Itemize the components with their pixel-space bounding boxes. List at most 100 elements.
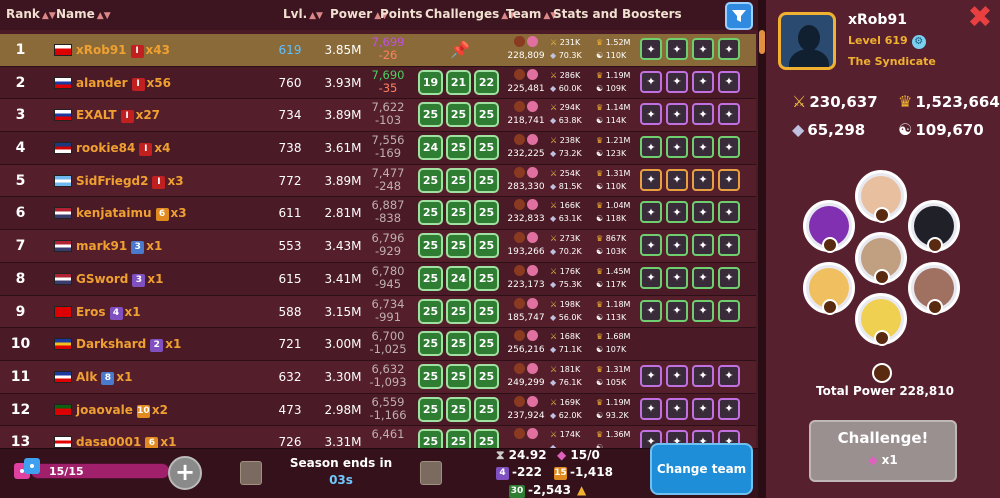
booster-icon: ✦ bbox=[666, 201, 688, 224]
team-element-icon bbox=[872, 363, 892, 383]
header-rank[interactable]: Rank ▲▼ bbox=[6, 7, 56, 21]
player-name-text[interactable]: Eros bbox=[76, 305, 106, 319]
table-row[interactable]: 4 rookie84 Ix4 738 3.61M 7,556 -169 24 25 25 232,2… bbox=[0, 132, 756, 165]
team-girl-slot[interactable] bbox=[855, 170, 907, 223]
ego-stat: ♛ 1.18M bbox=[596, 299, 631, 309]
team-girl-slot[interactable] bbox=[855, 232, 907, 285]
yin-yang-icon: ☯ bbox=[596, 279, 604, 289]
sword-icon: ⚔ bbox=[550, 38, 558, 47]
header-challenges[interactable]: Challenges ▲▼ bbox=[425, 7, 515, 21]
team-girl-slot[interactable] bbox=[908, 262, 960, 315]
team-power-value: 185,747 bbox=[507, 312, 545, 323]
booster-icon: ✦ bbox=[718, 38, 740, 60]
table-row[interactable]: 1 xRob91 Ix43 619 3.85M 7,699 -26 📌 228,809 ⚔ 231… bbox=[0, 34, 756, 67]
league-badge: 2 bbox=[150, 339, 164, 353]
team-girl-slot[interactable] bbox=[855, 293, 907, 346]
flag-icon bbox=[54, 109, 72, 122]
table-row[interactable]: 3 EXALT Ix27 734 3.89M 7,622 -103 25 25 25 218,741… bbox=[0, 99, 756, 133]
filter-button[interactable] bbox=[725, 2, 753, 30]
ego-stat: ♛ 1.19M bbox=[596, 70, 631, 80]
header-lvl[interactable]: Lvl. ▲▼ bbox=[283, 7, 323, 21]
badge-icon: 30 bbox=[509, 485, 525, 498]
player-name[interactable]: GSword 3 x1 bbox=[76, 272, 163, 287]
refill-energy-button[interactable]: + bbox=[168, 456, 202, 490]
scrollbar[interactable] bbox=[758, 0, 766, 498]
player-name[interactable]: alander Ix56 bbox=[76, 76, 171, 91]
table-row[interactable]: 11 Alk 8 x1 632 3.30M 6,632 -1,093 25 25 25 249,299… bbox=[0, 360, 756, 394]
crown-icon: ♛ bbox=[596, 332, 604, 342]
level: 721 bbox=[278, 337, 302, 352]
gear-icon[interactable]: ⚙ bbox=[911, 35, 926, 49]
challenge-result: 25 bbox=[474, 200, 499, 226]
table-row[interactable]: 7 mark91 3 x1 553 3.43M 6,796 -929 25 25 25 193,266… bbox=[0, 230, 756, 263]
player-name[interactable]: Darkshard 2 x1 bbox=[76, 337, 181, 353]
player-name-text[interactable]: alander bbox=[76, 76, 128, 90]
player-name[interactable]: Eros 4 x1 bbox=[76, 305, 141, 320]
table-row[interactable]: 5 SidFriegd2 Ix3 772 3.89M 7,477 -248 25 25 25 283… bbox=[0, 164, 756, 198]
player-name[interactable]: xRob91 Ix43 bbox=[76, 43, 170, 58]
level: 473 bbox=[278, 402, 302, 417]
player-name[interactable]: SidFriegd2 Ix3 bbox=[76, 174, 184, 189]
close-icon[interactable]: ✖ bbox=[965, 3, 995, 34]
diamond-icon: ◆ bbox=[550, 312, 557, 322]
ego-stat: ♛ 1.19M bbox=[596, 397, 631, 407]
booster-icon: ✦ bbox=[718, 70, 740, 93]
booster-icon: ✦ bbox=[666, 364, 688, 387]
table-row[interactable]: 10 Darkshard 2 x1 721 3.00M 6,700 -1,025 25 25 25 2… bbox=[0, 328, 756, 361]
player-name[interactable]: kenjataimu 6 x3 bbox=[76, 206, 187, 222]
harmony-stat: ☯ 117K bbox=[596, 279, 627, 289]
table-row[interactable]: 9 Eros 4 x1 588 3.15M 6,734 -991 25 25 25 185,747 ⚔ … bbox=[0, 295, 756, 329]
profile-club[interactable]: The Syndicate bbox=[848, 55, 936, 68]
player-name-text[interactable]: GSword bbox=[76, 272, 128, 286]
table-row[interactable]: 6 kenjataimu 6 x3 611 2.81M 6,887 -838 25 25 25 232… bbox=[0, 197, 756, 231]
player-name[interactable]: Alk 8 x1 bbox=[76, 370, 132, 385]
booster-icon: ✦ bbox=[640, 103, 662, 126]
player-name-text[interactable]: SidFriegd2 bbox=[76, 174, 148, 188]
rank: 1 bbox=[15, 42, 26, 58]
sword-icon: ⚔ bbox=[550, 430, 558, 440]
level: 615 bbox=[278, 271, 302, 286]
booster-icon: ✦ bbox=[666, 38, 688, 60]
power: 3.41M bbox=[324, 271, 362, 286]
yin-yang-icon: ☯ bbox=[596, 214, 604, 224]
challenge-button[interactable]: Challenge! ◆ x1 bbox=[809, 420, 957, 482]
diamond-icon: ◆ bbox=[550, 83, 557, 93]
header-points[interactable]: Points bbox=[380, 7, 423, 21]
challenge-result: 19 bbox=[418, 69, 443, 95]
multiplier: x1 bbox=[146, 239, 163, 254]
player-name-text[interactable]: joaovale bbox=[76, 403, 133, 417]
header-team[interactable]: Team ▲▼ bbox=[506, 7, 557, 21]
player-name-text[interactable]: xRob91 bbox=[76, 43, 127, 57]
player-name-text[interactable]: Alk bbox=[76, 370, 97, 384]
change-team-button[interactable]: Change team bbox=[650, 443, 753, 495]
player-name-text[interactable]: EXALT bbox=[76, 108, 117, 122]
stat-value: -1,418 bbox=[570, 465, 613, 479]
player-name[interactable]: joaovale 10 x2 bbox=[76, 403, 168, 418]
pin-icon[interactable]: 📌 bbox=[450, 40, 470, 59]
team-girl-slot[interactable] bbox=[803, 262, 855, 315]
table-row[interactable]: 8 GSword 3 x1 615 3.41M 6,780 -945 25 24 25 223,173… bbox=[0, 262, 756, 296]
player-name[interactable]: rookie84 Ix4 bbox=[76, 141, 170, 157]
team-power-value: 283,330 bbox=[507, 181, 545, 192]
profile-stat-ego: ♛ 1,523,664 bbox=[898, 92, 1000, 111]
player-name-text[interactable]: Darkshard bbox=[76, 337, 146, 351]
player-name-text[interactable]: rookie84 bbox=[76, 141, 135, 155]
power: 3.89M bbox=[324, 173, 362, 188]
table-row[interactable]: 12 joaovale 10 x2 473 2.98M 6,559 -1,166 25 25 25 2… bbox=[0, 393, 756, 427]
team-girl-slot[interactable] bbox=[908, 200, 960, 253]
attack-stat: ⚔ 238K bbox=[550, 136, 581, 146]
scrollbar-thumb[interactable] bbox=[759, 30, 765, 54]
player-name[interactable]: mark91 3 x1 bbox=[76, 239, 163, 255]
player-name[interactable]: EXALT Ix27 bbox=[76, 108, 160, 124]
filter-icon bbox=[732, 10, 746, 22]
avatar[interactable] bbox=[778, 12, 836, 70]
table-row[interactable]: 2 alander Ix56 760 3.93M 7,690 -35 19 21 22 225,48… bbox=[0, 66, 756, 100]
player-name-text[interactable]: kenjataimu bbox=[76, 206, 152, 220]
team-girl-slot[interactable] bbox=[803, 200, 855, 253]
book-icon[interactable] bbox=[420, 461, 442, 485]
player-name-text[interactable]: mark91 bbox=[76, 239, 127, 253]
book-icon[interactable] bbox=[240, 461, 262, 485]
header-name[interactable]: Name ▲▼ bbox=[56, 7, 111, 21]
booster-icon: ✦ bbox=[666, 103, 688, 126]
league-badge: 4 bbox=[109, 306, 123, 320]
